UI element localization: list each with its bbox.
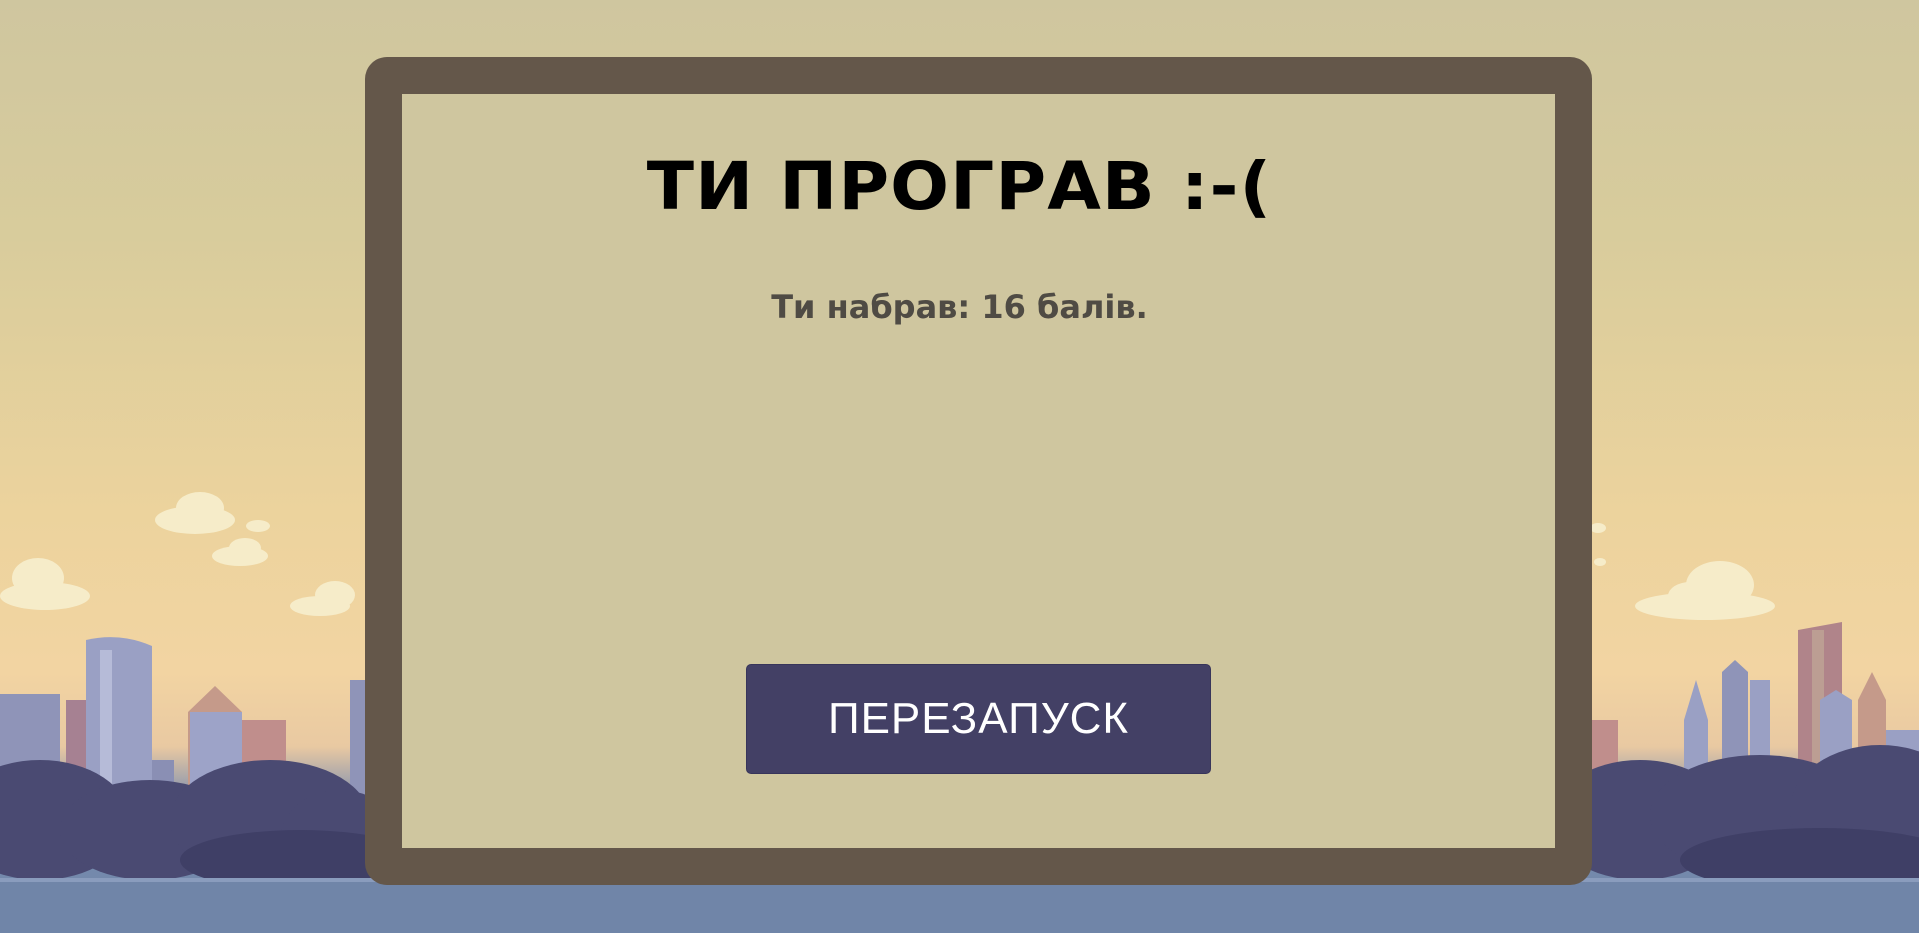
game-over-title: ТИ ПРОГРАВ :-(	[646, 148, 1273, 225]
score-text: Ти набрав: 16 балів.	[771, 288, 1148, 326]
water	[0, 880, 1919, 933]
restart-button[interactable]: ПЕРЕЗАПУСК	[746, 664, 1211, 774]
